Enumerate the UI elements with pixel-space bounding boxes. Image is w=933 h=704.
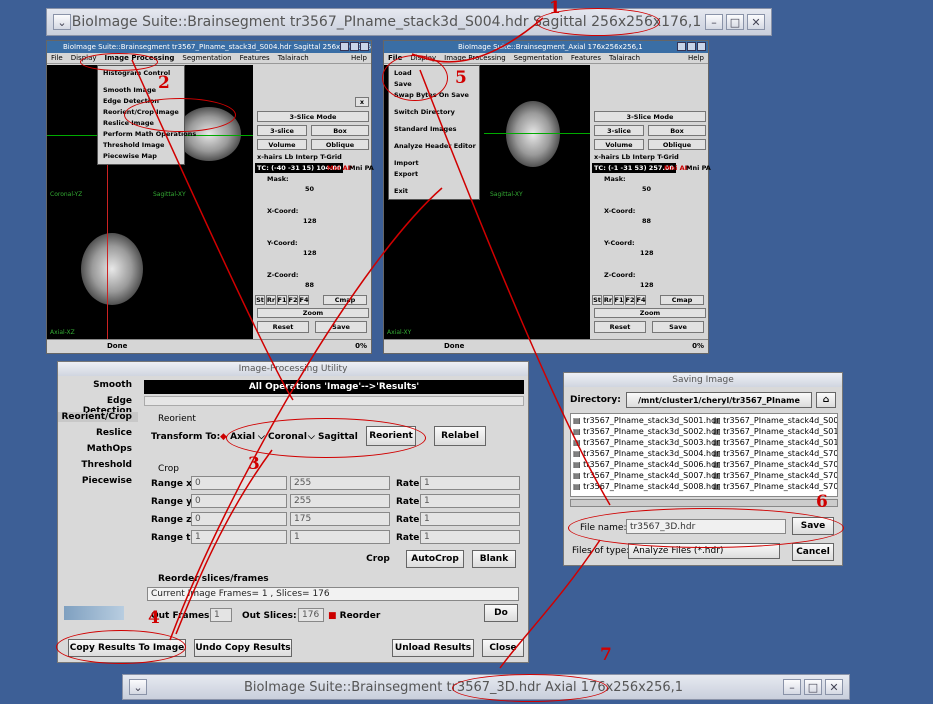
annotation-6: 6 [816, 492, 828, 512]
annotation-ellipse-4 [56, 630, 186, 664]
annotation-ellipse-5 [382, 55, 448, 101]
annotation-ellipse-2 [80, 53, 158, 71]
annotation-ellipse-7 [452, 674, 608, 702]
annotation-ellipse-reorient [226, 418, 426, 458]
annotation-1: 1 [549, 0, 561, 18]
annotation-4: 4 [148, 608, 160, 628]
annotation-7: 7 [600, 645, 612, 665]
annotation-ellipse-3 [124, 98, 236, 132]
annotation-5: 5 [455, 68, 467, 88]
desktop: ⌄ BioImage Suite::Brainsegment tr3567_PI… [0, 0, 933, 704]
annotation-ellipse-6 [568, 508, 844, 548]
annotation-2: 2 [158, 73, 170, 93]
annotation-3: 3 [248, 454, 260, 474]
